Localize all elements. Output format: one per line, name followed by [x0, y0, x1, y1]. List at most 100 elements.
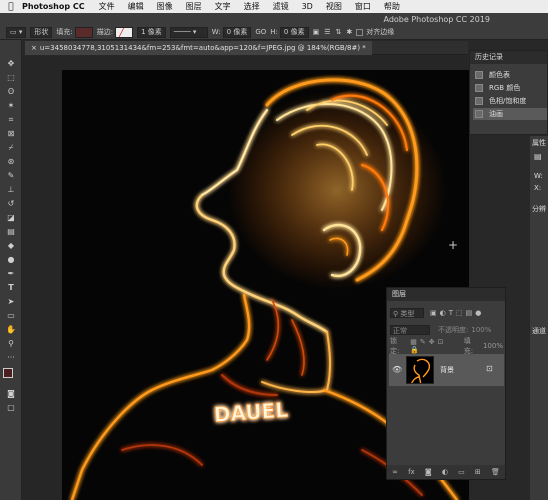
app-menu[interactable]: Photoshop CC [22, 2, 85, 11]
stroke-swatch[interactable]: ╱ [115, 26, 134, 38]
menu-file[interactable]: 文件 [99, 1, 115, 12]
document-tab[interactable]: × u=3458034778,3105131434&fm=253&fmt=auto… [25, 41, 372, 55]
history-item[interactable]: 颜色表 [473, 69, 547, 81]
shape-mode-select[interactable]: 形状 [30, 26, 53, 38]
layer-style-icon[interactable]: fx [408, 468, 415, 476]
hand-tool-icon[interactable]: ✋ [5, 324, 17, 335]
opacity-label: 不透明度: [438, 325, 469, 334]
eraser-tool-icon[interactable]: ◪ [5, 212, 17, 223]
crosshair-cursor-icon: + [448, 238, 459, 252]
history-panel-title[interactable]: 历史记录 [470, 51, 547, 64]
brush-tool-icon[interactable]: ✎ [5, 170, 17, 181]
fill-label: 填充: [56, 28, 73, 36]
new-layer-icon[interactable]: ⊞ [475, 468, 481, 476]
properties-tab[interactable]: 属性 [532, 138, 546, 148]
eyedropper-tool-icon[interactable]: ⌿ [5, 142, 17, 153]
path-selection-tool-icon[interactable]: ➤ [5, 296, 17, 307]
blur-tool-icon[interactable]: ◆ [5, 240, 17, 251]
lasso-tool-icon[interactable]: ʘ [5, 86, 17, 97]
fill-field[interactable]: 100% [483, 342, 503, 350]
tool-preset-picker[interactable]: ▭ ▾ [6, 26, 27, 38]
menu-image[interactable]: 图像 [157, 1, 173, 12]
menu-layer[interactable]: 图层 [186, 1, 202, 12]
pen-tool-icon[interactable]: ✒ [5, 268, 17, 279]
fill-swatch[interactable] [74, 26, 93, 38]
history-state-icon [475, 71, 483, 79]
close-icon[interactable]: × [31, 44, 37, 52]
move-tool-icon[interactable]: ✥ [5, 58, 17, 69]
menu-edit[interactable]: 编辑 [128, 1, 144, 12]
layers-panel: 图层 ⚲ 类型 ▣◐T⬚▤● 正常 不透明度: 100% 锁定: ▦✎✥⊡🔒 填… [386, 287, 506, 480]
lock-icon: ⊡ [486, 364, 493, 373]
healing-brush-tool-icon[interactable]: ⊛ [5, 156, 17, 167]
path-align-icon[interactable]: ☰ [324, 28, 330, 36]
magic-wand-tool-icon[interactable]: ✶ [5, 100, 17, 111]
delete-layer-icon[interactable]: 🗑 [491, 468, 500, 476]
zoom-tool-icon[interactable]: ⚲ [5, 338, 17, 349]
layer-thumbnail-image [411, 358, 431, 383]
filter-icons[interactable]: ▣◐T⬚▤● [430, 309, 484, 317]
marquee-tool-icon[interactable]: ⬚ [5, 72, 17, 83]
menu-bar:  Photoshop CC 文件 编辑 图像 图层 文字 选择 滤镜 3D 视… [0, 0, 548, 13]
layers-panel-title[interactable]: 图层 [387, 288, 505, 301]
history-state-icon [475, 84, 483, 92]
layer-row[interactable]: 👁 背景 ⊡ [389, 354, 504, 386]
menu-view[interactable]: 视图 [326, 1, 342, 12]
quick-mask-icon[interactable]: ◙ [5, 388, 17, 399]
h-label: H: [270, 28, 278, 36]
menu-type[interactable]: 文字 [215, 1, 231, 12]
lock-icons[interactable]: ▦✎✥⊡🔒 [410, 338, 458, 354]
history-item[interactable]: 色相/饱和度 [473, 95, 547, 107]
menu-help[interactable]: 帮助 [384, 1, 400, 12]
history-item-label: 油画 [489, 110, 503, 118]
shape-tool-icon[interactable]: ▭ [5, 310, 17, 321]
crop-tool-icon[interactable]: ⌗ [5, 114, 17, 125]
document-tab-bar: × u=3458034778,3105131434&fm=253&fmt=auto… [25, 41, 468, 55]
history-item-selected[interactable]: 油画 [473, 108, 547, 120]
tools-panel: ✥ ⬚ ʘ ✶ ⌗ ⊠ ⌿ ⊛ ✎ ⊥ ↺ ◪ ▤ ◆ ● ✒ T ➤ ▭ ✋ … [0, 40, 22, 500]
adjustment-layer-icon[interactable]: ◐ [442, 468, 448, 476]
stroke-label: 描边: [96, 28, 114, 36]
visibility-eye-icon[interactable]: 👁 [392, 365, 402, 374]
gradient-tool-icon[interactable]: ▤ [5, 226, 17, 237]
path-arrange-icon[interactable]: ⇅ [335, 28, 341, 36]
fill-label: 填充: [463, 336, 474, 355]
width-field[interactable]: 0 像素 [222, 26, 252, 38]
menu-3d[interactable]: 3D [302, 2, 313, 11]
stroke-width-field[interactable]: 1 像素 [137, 26, 166, 38]
stroke-type-select[interactable]: ──── ▾ [169, 26, 208, 38]
blend-mode-select[interactable]: 正常 [390, 324, 430, 335]
layers-footer: ∞ fx ◙ ◐ ▭ ⊞ 🗑 [387, 465, 505, 479]
history-brush-tool-icon[interactable]: ↺ [5, 198, 17, 209]
menu-window[interactable]: 窗口 [355, 1, 371, 12]
more-tools-icon[interactable]: ··· [5, 352, 17, 363]
window-title: Adobe Photoshop CC 2019 [383, 15, 491, 24]
align-edges-checkbox[interactable] [356, 28, 364, 36]
add-mask-icon[interactable]: ◙ [425, 468, 432, 476]
apple-icon[interactable]:  [0, 2, 22, 12]
history-item[interactable]: RGB 颜色 [473, 82, 547, 94]
opacity-field[interactable]: 100% [471, 326, 491, 334]
gear-icon[interactable]: ✱ [346, 28, 352, 36]
lock-row: 锁定: ▦✎✥⊡🔒 填充: 100% [390, 337, 503, 355]
clone-stamp-tool-icon[interactable]: ⊥ [5, 184, 17, 195]
menu-filter[interactable]: 滤镜 [273, 1, 289, 12]
dodge-tool-icon[interactable]: ● [5, 254, 17, 265]
channels-tab[interactable]: 通道 [532, 326, 546, 336]
layer-thumbnail[interactable] [406, 356, 434, 384]
new-group-icon[interactable]: ▭ [458, 468, 465, 476]
history-item-label: 色相/饱和度 [489, 97, 527, 105]
layer-kind-filter[interactable]: ⚲ 类型 [390, 307, 424, 318]
link-layers-icon[interactable]: ∞ [392, 468, 398, 476]
menu-select[interactable]: 选择 [244, 1, 260, 12]
type-tool-icon[interactable]: T [5, 282, 17, 293]
frame-tool-icon[interactable]: ⊠ [5, 128, 17, 139]
history-item-label: RGB 颜色 [489, 84, 521, 92]
options-bar: Adobe Photoshop CC 2019 ▭ ▾ 形状 填充: 描边: ╱… [0, 13, 548, 40]
link-label[interactable]: GO [255, 28, 266, 36]
document-icon[interactable]: ▤ [534, 152, 542, 161]
screen-mode-icon[interactable]: ▢ [5, 402, 17, 413]
path-ops-icon[interactable]: ▣ [313, 28, 320, 36]
foreground-color-swatch[interactable] [3, 368, 13, 378]
height-field[interactable]: 0 像素 [279, 26, 309, 38]
